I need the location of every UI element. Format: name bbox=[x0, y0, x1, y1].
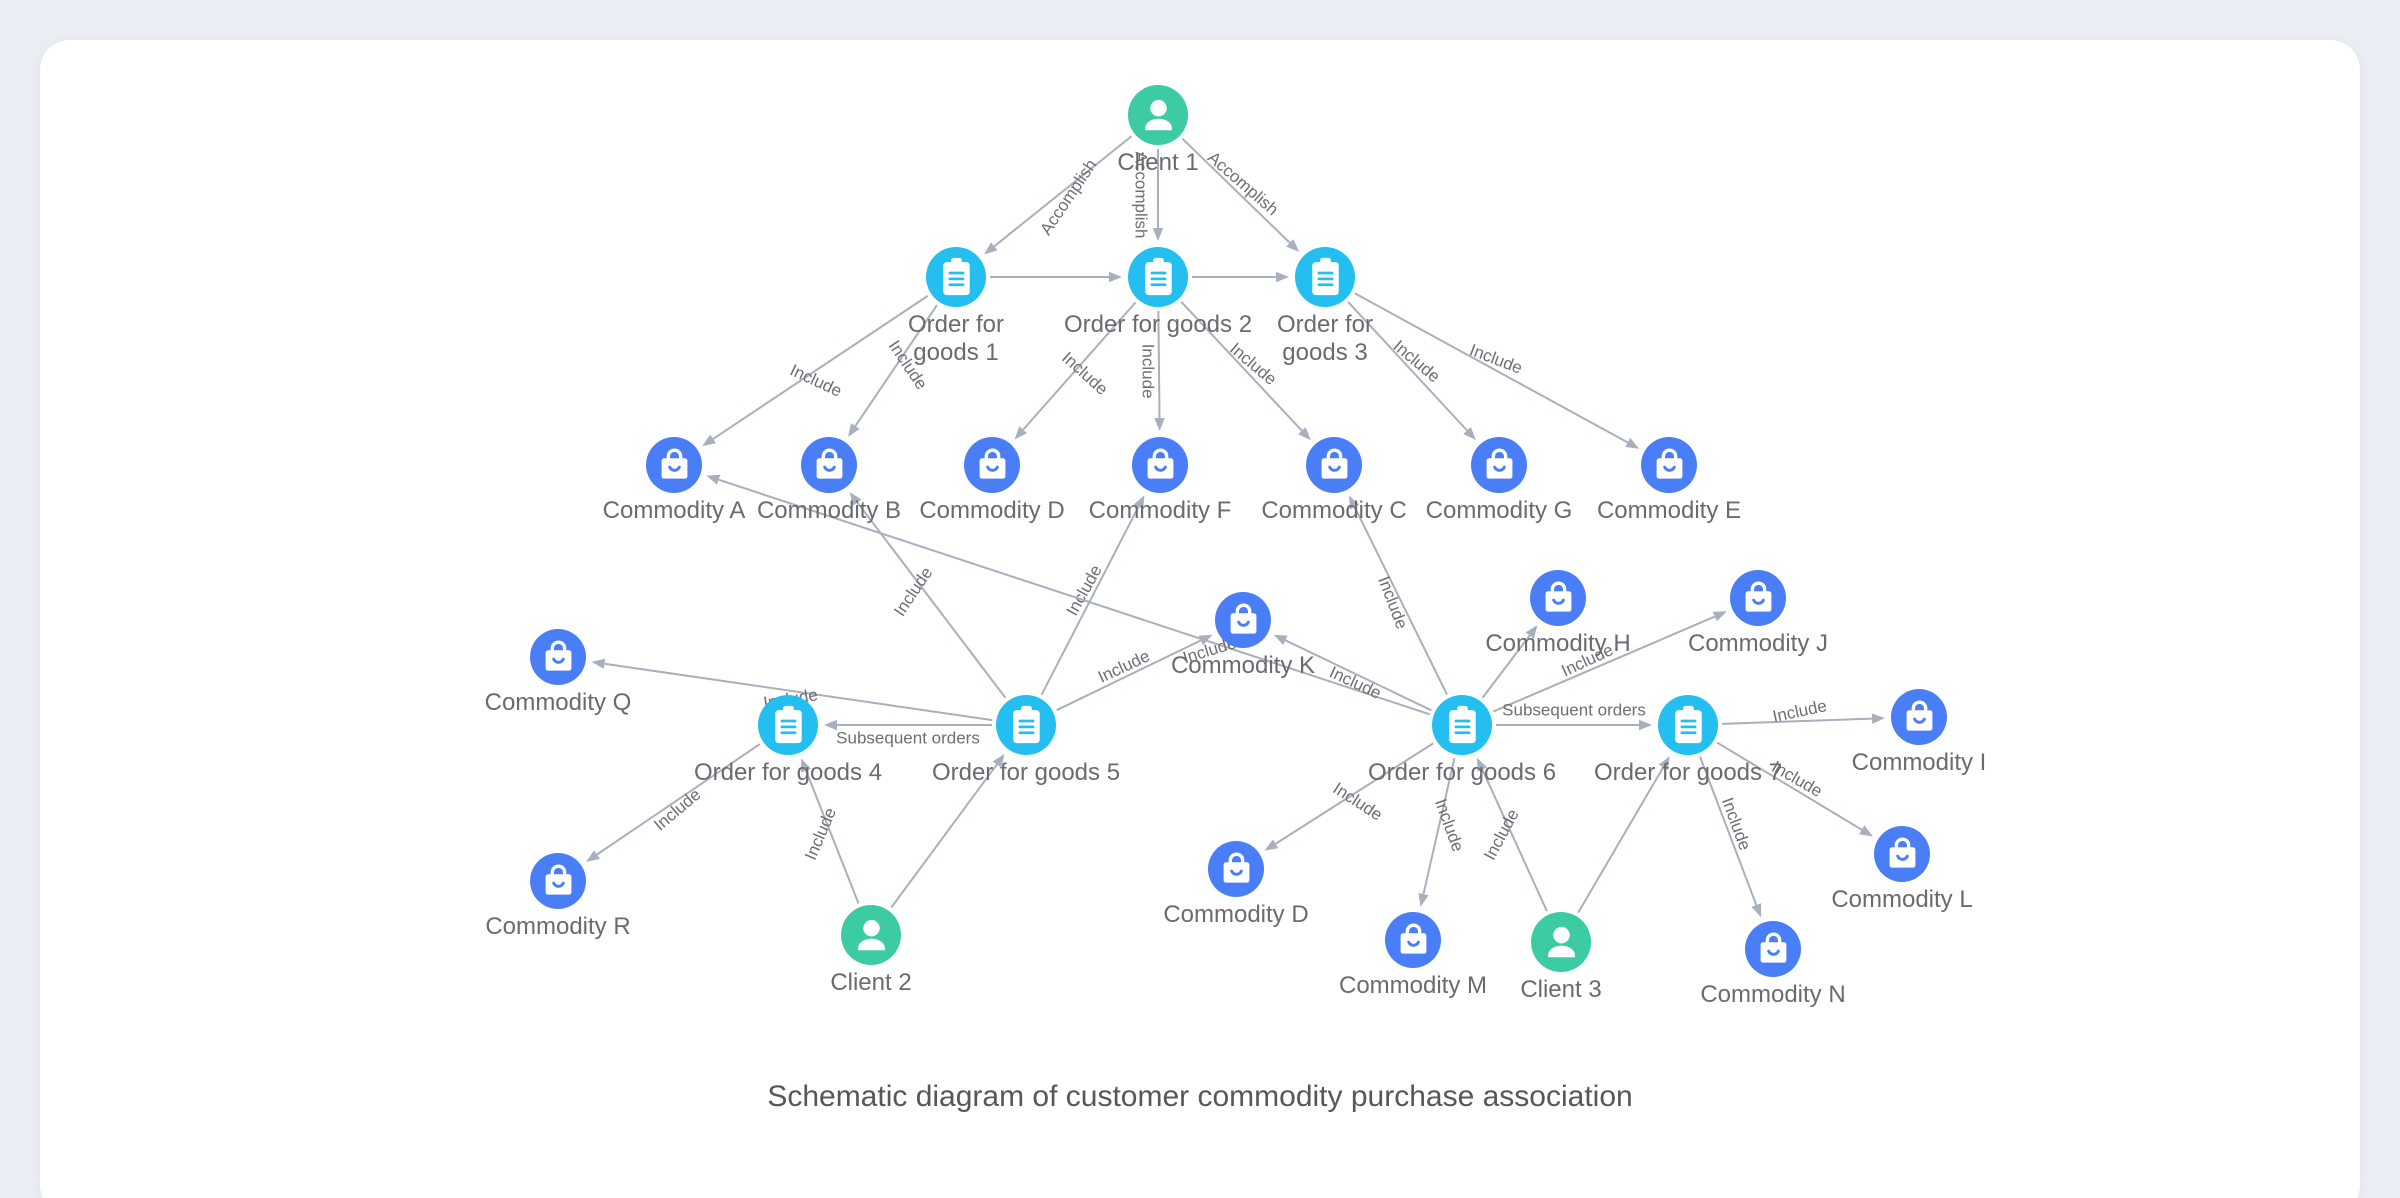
graph-edge-label: Include bbox=[801, 805, 840, 863]
shopping-bag-icon bbox=[646, 437, 702, 493]
shopping-bag-icon bbox=[1306, 437, 1362, 493]
graph-edge-label: Subsequent orders bbox=[1502, 700, 1646, 719]
person-icon bbox=[1128, 85, 1188, 145]
graph-node-label: Commodity K bbox=[1170, 652, 1316, 679]
shopping-bag-icon bbox=[801, 437, 857, 493]
graph-node-label: Commodity J bbox=[1687, 630, 1829, 657]
clipboard-icon bbox=[1295, 247, 1355, 307]
graph-edge-order2-to-order3 bbox=[1192, 271, 1289, 283]
graph-node-label: Commodity M bbox=[1338, 972, 1488, 999]
shopping-bag-icon bbox=[1385, 912, 1441, 968]
graph-edge-order7-to-commI: Include bbox=[1721, 696, 1886, 726]
page-root: Accomplish Accomplish Accomplish Include Inc… bbox=[0, 0, 2400, 1198]
graph-canvas[interactable]: Accomplish Accomplish Accomplish Include Inc… bbox=[40, 40, 2360, 1120]
diagram-card: Accomplish Accomplish Accomplish Include Inc… bbox=[40, 40, 2360, 1198]
shopping-bag-icon bbox=[1132, 437, 1188, 493]
graph-node-label: Client 2 bbox=[830, 969, 912, 996]
graph-node-label: Client 1 bbox=[1117, 149, 1199, 176]
graph-node-label: Commodity I bbox=[1851, 749, 1987, 776]
graph-node-label: Order for goods 6 bbox=[1367, 759, 1557, 786]
graph-edge-label: Include bbox=[1139, 344, 1158, 399]
graph-node-label: Commodity D bbox=[1163, 901, 1309, 928]
shopping-bag-icon bbox=[1208, 841, 1264, 897]
graph-node-label: Order for goods 3 bbox=[1276, 311, 1374, 366]
clipboard-icon bbox=[1128, 247, 1188, 307]
graph-node-label: Order for goods 5 bbox=[931, 759, 1121, 786]
person-icon bbox=[1531, 912, 1591, 972]
graph-edge-label: Include bbox=[1374, 574, 1411, 632]
graph-node-label: Commodity Q bbox=[484, 689, 632, 716]
clipboard-icon bbox=[758, 695, 818, 755]
shopping-bag-icon bbox=[1730, 570, 1786, 626]
shopping-bag-icon bbox=[1641, 437, 1697, 493]
shopping-bag-icon bbox=[1530, 570, 1586, 626]
graph-edge-label: Include bbox=[1718, 795, 1755, 853]
graph-node-label: Order for goods 4 bbox=[693, 759, 883, 786]
clipboard-icon bbox=[1432, 695, 1492, 755]
graph-edge-label: Include bbox=[1467, 340, 1525, 377]
shopping-bag-icon bbox=[1891, 689, 1947, 745]
graph-edge-order6-to-order7: Subsequent orders bbox=[1496, 700, 1652, 731]
clipboard-icon bbox=[926, 247, 986, 307]
graph-edge-order5-to-order4: Subsequent orders bbox=[824, 719, 992, 747]
graph-node-label: Commodity R bbox=[485, 913, 631, 940]
shopping-bag-icon bbox=[530, 853, 586, 909]
graph-edge-label: Include bbox=[1431, 796, 1468, 854]
clipboard-icon bbox=[1658, 695, 1718, 755]
graph-edge-label: Subsequent orders bbox=[836, 728, 980, 747]
shopping-bag-icon bbox=[1215, 592, 1271, 648]
graph-edges-layer: Accomplish Accomplish AccomplishInclude Inc… bbox=[586, 135, 1886, 918]
graph-node-label: Order for goods 7 bbox=[1593, 759, 1783, 786]
graph-edge-order1-to-order2 bbox=[990, 271, 1122, 283]
graph-node-label: Commodity E bbox=[1596, 497, 1742, 524]
graph-node-label: Commodity N bbox=[1700, 981, 1846, 1008]
shopping-bag-icon bbox=[1745, 921, 1801, 977]
shopping-bag-icon bbox=[1471, 437, 1527, 493]
clipboard-icon bbox=[996, 695, 1056, 755]
graph-edge-label: Include bbox=[650, 785, 704, 835]
shopping-bag-icon bbox=[530, 629, 586, 685]
person-icon bbox=[841, 905, 901, 965]
graph-edge-label: Include bbox=[1480, 806, 1523, 863]
graph-edge-label: Include bbox=[890, 564, 936, 620]
graph-node-label: Commodity L bbox=[1831, 886, 1973, 913]
shopping-bag-icon bbox=[964, 437, 1020, 493]
shopping-bag-icon bbox=[1874, 826, 1930, 882]
diagram-caption: Schematic diagram of customer commodity … bbox=[767, 1080, 1633, 1113]
